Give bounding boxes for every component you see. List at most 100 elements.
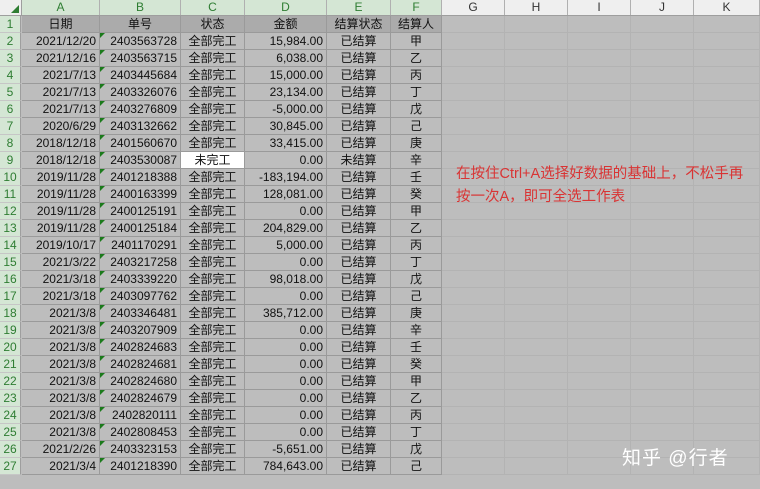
table-cell[interactable]: 2400125191 [100, 203, 181, 220]
table-cell[interactable]: 戊 [391, 101, 442, 118]
empty-cell[interactable] [568, 101, 631, 118]
table-cell[interactable]: 23,134.00 [245, 84, 327, 101]
empty-cell[interactable] [568, 373, 631, 390]
table-cell[interactable]: 2400163399 [100, 186, 181, 203]
table-cell[interactable]: 全部完工 [181, 458, 245, 475]
row-header[interactable]: 5 [0, 84, 21, 101]
table-cell[interactable]: -5,651.00 [245, 441, 327, 458]
column-header-k[interactable]: K [694, 0, 760, 15]
empty-cell[interactable] [505, 288, 568, 305]
row-header[interactable]: 20 [0, 339, 21, 356]
empty-cell[interactable] [442, 305, 505, 322]
table-cell[interactable]: 2402824680 [100, 373, 181, 390]
table-cell[interactable]: 2401218388 [100, 169, 181, 186]
empty-cell[interactable] [631, 33, 694, 50]
table-cell[interactable]: 乙 [391, 220, 442, 237]
empty-cell[interactable] [505, 254, 568, 271]
empty-cell[interactable] [694, 67, 760, 84]
table-cell[interactable]: 已结算 [327, 424, 391, 441]
table-cell[interactable]: 未完工 [181, 152, 245, 169]
empty-cell[interactable] [442, 288, 505, 305]
empty-cell[interactable] [442, 390, 505, 407]
table-cell[interactable]: 385,712.00 [245, 305, 327, 322]
table-cell[interactable]: 已结算 [327, 339, 391, 356]
table-cell[interactable]: 丙 [391, 407, 442, 424]
empty-cell[interactable] [442, 67, 505, 84]
table-cell[interactable]: 2400125184 [100, 220, 181, 237]
empty-cell[interactable] [505, 118, 568, 135]
table-cell[interactable]: 甲 [391, 203, 442, 220]
table-cell[interactable]: 2402824679 [100, 390, 181, 407]
empty-cell[interactable] [442, 339, 505, 356]
row-header[interactable]: 3 [0, 50, 21, 67]
empty-cell[interactable] [694, 356, 760, 373]
table-cell[interactable]: 全部完工 [181, 407, 245, 424]
table-cell[interactable]: 2403132662 [100, 118, 181, 135]
empty-cell[interactable] [631, 356, 694, 373]
table-cell[interactable]: 2403207909 [100, 322, 181, 339]
empty-cell[interactable] [568, 33, 631, 50]
row-header[interactable]: 12 [0, 203, 21, 220]
empty-cell[interactable] [568, 237, 631, 254]
row-header[interactable]: 21 [0, 356, 21, 373]
table-cell[interactable]: 已结算 [327, 169, 391, 186]
table-cell[interactable]: 0.00 [245, 203, 327, 220]
empty-cell[interactable] [694, 339, 760, 356]
table-cell[interactable]: 0.00 [245, 424, 327, 441]
table-cell[interactable]: 2021/3/8 [22, 339, 100, 356]
table-cell[interactable]: 全部完工 [181, 203, 245, 220]
table-cell[interactable]: 全部完工 [181, 84, 245, 101]
empty-cell[interactable] [442, 118, 505, 135]
table-cell[interactable]: 已结算 [327, 441, 391, 458]
empty-cell[interactable] [568, 305, 631, 322]
empty-cell[interactable] [631, 305, 694, 322]
row-header[interactable]: 26 [0, 441, 21, 458]
row-header[interactable]: 24 [0, 407, 21, 424]
header-cell[interactable]: 单号 [100, 16, 181, 33]
table-cell[interactable]: 2021/12/20 [22, 33, 100, 50]
table-cell[interactable]: 庚 [391, 135, 442, 152]
table-cell[interactable]: 丙 [391, 237, 442, 254]
column-header-c[interactable]: C [181, 0, 245, 15]
table-cell[interactable]: 全部完工 [181, 118, 245, 135]
table-cell[interactable]: 已结算 [327, 356, 391, 373]
table-cell[interactable]: 2402824683 [100, 339, 181, 356]
table-cell[interactable]: 己 [391, 118, 442, 135]
table-cell[interactable]: 壬 [391, 169, 442, 186]
table-cell[interactable]: 2021/3/18 [22, 271, 100, 288]
table-cell[interactable]: 2403445684 [100, 67, 181, 84]
empty-cell[interactable] [568, 67, 631, 84]
empty-cell[interactable] [631, 339, 694, 356]
table-cell[interactable]: 2019/11/28 [22, 203, 100, 220]
table-cell[interactable]: 全部完工 [181, 424, 245, 441]
empty-cell[interactable] [442, 441, 505, 458]
table-cell[interactable]: 全部完工 [181, 135, 245, 152]
column-header-j[interactable]: J [631, 0, 694, 15]
empty-cell[interactable] [505, 220, 568, 237]
empty-cell[interactable] [505, 424, 568, 441]
empty-cell[interactable] [568, 84, 631, 101]
row-header[interactable]: 9 [0, 152, 21, 169]
table-cell[interactable]: 庚 [391, 305, 442, 322]
row-header[interactable]: 16 [0, 271, 21, 288]
table-cell[interactable]: 0.00 [245, 152, 327, 169]
table-cell[interactable]: 0.00 [245, 390, 327, 407]
table-cell[interactable]: -183,194.00 [245, 169, 327, 186]
empty-cell[interactable] [568, 288, 631, 305]
table-cell[interactable]: 2401218390 [100, 458, 181, 475]
table-cell[interactable]: 2021/7/13 [22, 101, 100, 118]
column-header-g[interactable]: G [442, 0, 505, 15]
table-cell[interactable]: 已结算 [327, 322, 391, 339]
row-header[interactable]: 27 [0, 458, 21, 475]
row-header[interactable]: 1 [0, 16, 21, 33]
empty-cell[interactable] [442, 407, 505, 424]
table-cell[interactable]: 2021/3/8 [22, 356, 100, 373]
table-cell[interactable]: 2019/10/17 [22, 237, 100, 254]
table-cell[interactable]: 2403563728 [100, 33, 181, 50]
row-header[interactable]: 17 [0, 288, 21, 305]
row-header[interactable]: 2 [0, 33, 21, 50]
table-cell[interactable]: 30,845.00 [245, 118, 327, 135]
empty-cell[interactable] [694, 220, 760, 237]
header-cell[interactable]: 金额 [245, 16, 327, 33]
table-cell[interactable]: 2403530087 [100, 152, 181, 169]
